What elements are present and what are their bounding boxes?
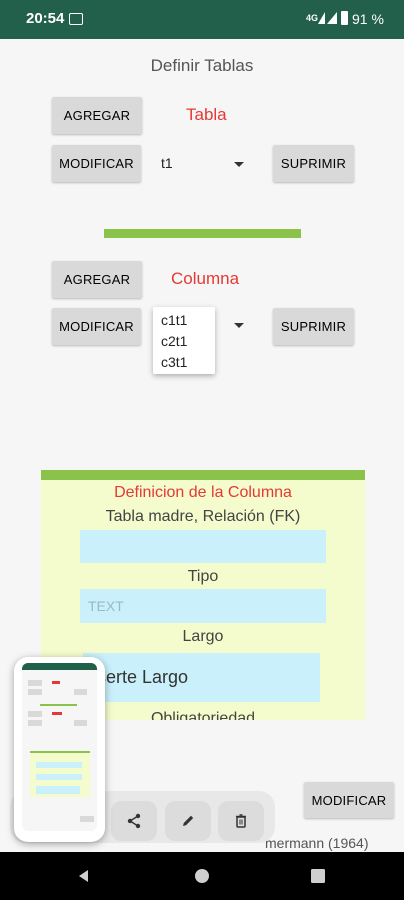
thumb-status-bar [22, 663, 97, 670]
thumb-button [28, 720, 42, 726]
thumb-field [36, 762, 82, 768]
edit-button[interactable] [165, 801, 211, 841]
columna-label: Columna [171, 269, 240, 288]
tabla-delete-button[interactable]: SUPRIMIR [273, 145, 354, 182]
fk-field[interactable] [80, 530, 326, 563]
thumb-button [28, 680, 42, 686]
thumb-button [28, 689, 42, 695]
thumb-button [28, 711, 42, 717]
navigation-bar [0, 852, 404, 900]
tabla-modify-button[interactable]: MODIFICAR [52, 145, 141, 182]
tipo-value: TEXT [88, 598, 124, 614]
status-bar: 20:54 4G 91 % [0, 0, 404, 39]
largo-label: Largo [182, 628, 224, 645]
status-time: 20:54 [26, 10, 65, 27]
columna-modify-button[interactable]: MODIFICAR [52, 308, 141, 345]
tabla-label: Tabla [186, 105, 227, 124]
thumb-button [74, 689, 87, 695]
columna-dropdown-list: c1t1 c2t1 c3t1 [153, 307, 215, 374]
screenshot-preview-image [22, 663, 97, 831]
dropdown-caret-icon [234, 162, 244, 167]
panel-top-bar [41, 470, 365, 480]
delete-screenshot-button[interactable] [218, 801, 264, 841]
thumb-divider [40, 704, 77, 706]
columna-delete-button[interactable]: SUPRIMIR [273, 308, 354, 345]
tipo-label: Tipo [187, 568, 219, 585]
thumb-button [74, 720, 87, 726]
tabla-spinner-value: t1 [161, 155, 173, 171]
back-icon[interactable] [76, 868, 92, 884]
bottom-modify-button[interactable]: MODIFICAR [304, 782, 394, 818]
share-icon [127, 813, 141, 829]
definition-title: Definicion de la Columna [114, 484, 292, 501]
signal-icon [327, 12, 337, 24]
dropdown-caret-icon[interactable] [234, 323, 244, 328]
wifi-icon [318, 12, 325, 24]
largo-field[interactable]: serte Largo [83, 653, 320, 702]
thumb-field [36, 774, 82, 780]
largo-placeholder: serte Largo [97, 667, 189, 687]
columna-add-button[interactable]: AGREGAR [52, 261, 142, 298]
recents-icon[interactable] [311, 869, 325, 883]
page-title: Definir Tablas [150, 56, 254, 75]
columna-option[interactable]: c2t1 [161, 333, 187, 349]
columna-option[interactable]: c1t1 [161, 312, 187, 328]
screenshot-preview-thumbnail[interactable] [14, 657, 105, 842]
thumb-field [36, 786, 80, 794]
tabla-spinner[interactable]: t1 [154, 145, 250, 182]
credit-text: mermann (1964) [265, 835, 369, 851]
pencil-icon [183, 815, 194, 826]
fk-label: Tabla madre, Relación (FK) [105, 508, 301, 525]
network-type: 4G [306, 13, 319, 23]
tabla-add-button[interactable]: AGREGAR [52, 97, 142, 134]
section-divider [104, 229, 301, 238]
thumb-button [80, 816, 94, 822]
thumb-panel-bar [30, 751, 90, 753]
notification-icon [69, 13, 83, 25]
battery-icon [341, 11, 348, 25]
thumb-label [52, 712, 62, 715]
share-button[interactable] [111, 801, 157, 841]
tipo-field[interactable]: TEXT [80, 589, 326, 623]
thumb-label [52, 681, 60, 684]
columna-option[interactable]: c3t1 [161, 354, 187, 370]
home-icon[interactable] [194, 868, 210, 884]
trash-icon [236, 814, 246, 828]
battery-percent: 91 % [352, 11, 384, 27]
